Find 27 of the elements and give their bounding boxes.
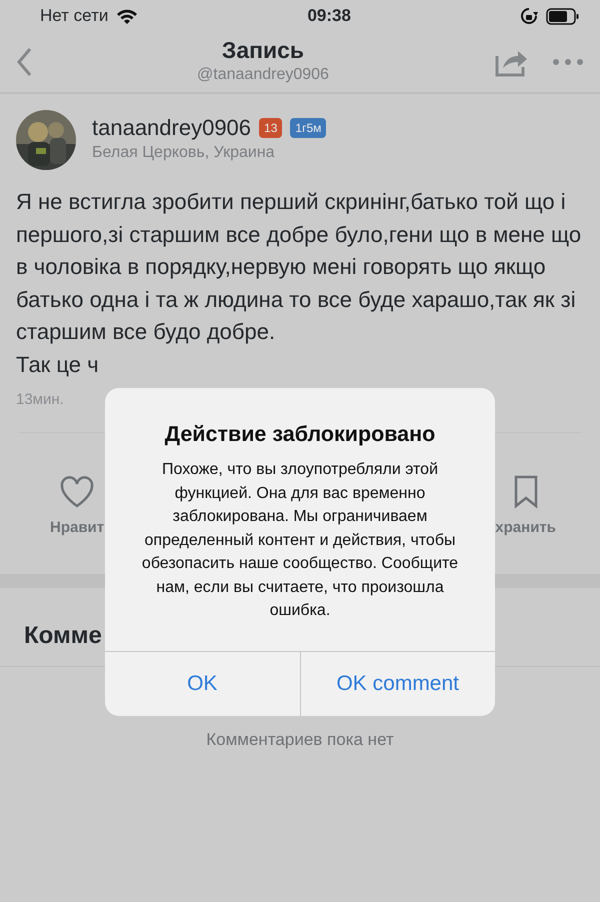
battery-icon [546,8,580,24]
save-button[interactable]: хранить [495,516,556,539]
back-icon [16,47,32,77]
alert-title: Действие заблокировано [164,421,436,448]
post-text: Я не встигла зробити перший скринінг,батько той що і першого,зі старшим все добре було,гени що в мене що в чоловіка в порядку,нервую мені говорять що якщо батько одна і та ж людина то все буде харашо,так як зі старшим все будо добре. [16,188,582,346]
back-button[interactable] [16,47,32,77]
carrier-text: Нет сети [40,5,108,28]
level-tag: 13 [259,118,282,138]
post-text: Так це ч [16,350,100,378]
like-button[interactable]: Нравит [50,516,104,539]
wifi-icon [116,8,138,24]
comments-heading: Комме [24,620,103,650]
alert-message: Похоже, что вы злоупотребляли этой функцией. Она для вас временно заблокирована. Мы ограничиваем определенный контент и действия, чтобы обезопасить наше сообщество. Сообщите нам, если вы считаете, что произошла ошибка. [140,460,460,622]
more-icon [552,58,584,66]
alert-button[interactable]: OK [105,652,300,716]
author-name[interactable]: tanaandrey0906 [92,115,252,141]
username-subtitle: @tanaandrey0906 [196,65,330,85]
empty-comments-text: Комментариев пока нет [206,730,394,748]
rotation-lock-icon [520,7,538,25]
location-text: Белая Церковь, Украина [92,143,276,163]
post-time: 13мин. [16,390,65,410]
clock-text: 09:38 [306,5,352,28]
alert-button[interactable]: OK comment [300,652,495,716]
more-button[interactable] [552,58,584,66]
level-tag: 1г5м [290,118,326,138]
screen-title: Запись [220,37,306,63]
heart-icon[interactable] [59,474,96,508]
